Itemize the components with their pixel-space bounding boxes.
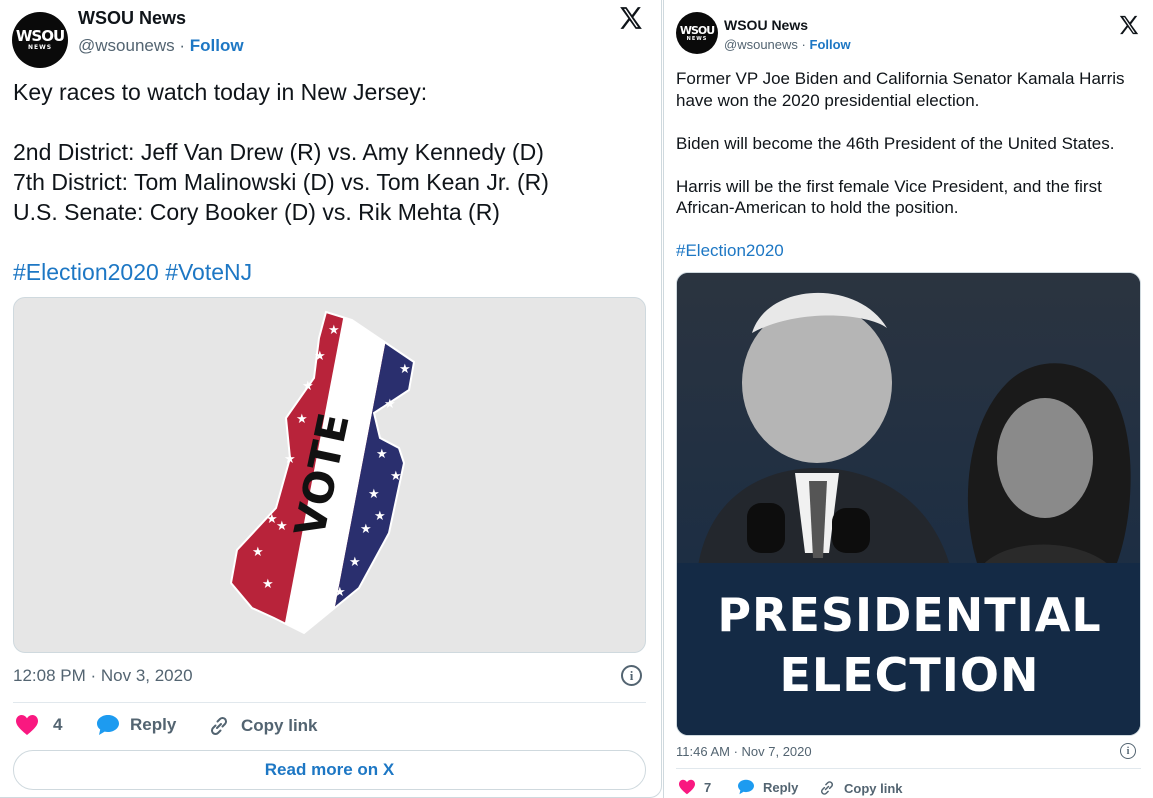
hashtag-link[interactable]: #VoteNJ <box>165 259 252 285</box>
hashtag-link[interactable]: #Election2020 <box>13 259 159 285</box>
author-handle[interactable]: @wsounews <box>78 36 175 55</box>
svg-text:★: ★ <box>390 469 402 484</box>
author-name[interactable]: WSOU News <box>724 17 808 33</box>
tweet-line: Key races to watch today in New Jersey: <box>13 79 428 105</box>
svg-text:★: ★ <box>328 323 340 338</box>
tweet-line: Former VP Joe Biden and California Senat… <box>676 69 1125 88</box>
divider <box>676 768 1141 769</box>
copy-link-label: Copy link <box>844 780 903 796</box>
handle-row: @wsounews · Follow <box>78 36 244 56</box>
reply-bubble-icon <box>738 779 754 795</box>
reply-label: Reply <box>763 779 799 795</box>
svg-text:★: ★ <box>262 577 274 592</box>
follow-link[interactable]: Follow <box>810 37 851 52</box>
vote-nj-illustration: ★★★ ★★★ ★★★ ★★★ ★★★ ★★★ VOTE <box>229 310 416 635</box>
election-heading: PRESIDENTIAL ELECTION <box>677 585 1140 705</box>
svg-text:★: ★ <box>284 452 296 467</box>
svg-text:★: ★ <box>349 555 361 570</box>
tweet-text: Former VP Joe Biden and California Senat… <box>676 68 1125 262</box>
svg-text:★: ★ <box>374 509 386 524</box>
svg-text:★: ★ <box>302 379 314 394</box>
svg-text:★: ★ <box>360 522 372 537</box>
follow-link[interactable]: Follow <box>190 36 244 55</box>
read-more-button[interactable]: Read more on X <box>13 750 646 790</box>
divider <box>13 702 646 703</box>
link-icon <box>820 781 834 795</box>
author-handle[interactable]: @wsounews <box>724 37 798 52</box>
svg-text:★: ★ <box>368 487 380 502</box>
reply-label: Reply <box>130 715 177 734</box>
svg-text:★: ★ <box>384 397 396 412</box>
tweet-text: Key races to watch today in New Jersey: … <box>13 77 549 287</box>
like-count: 7 <box>704 779 712 795</box>
svg-text:★: ★ <box>314 349 326 364</box>
svg-text:★: ★ <box>334 585 346 600</box>
timestamp[interactable]: 12:08 PM · Nov 3, 2020 <box>13 666 193 686</box>
tweet-line: have won the 2020 presidential election. <box>676 90 980 110</box>
copy-link-button[interactable]: Copy link <box>207 714 318 738</box>
svg-text:★: ★ <box>252 545 264 560</box>
tweet-line: 2nd District: Jeff Van Drew (R) vs. Amy … <box>13 139 544 165</box>
copy-link-button[interactable]: Copy link <box>818 779 903 797</box>
tweet-line: U.S. Senate: Cory Booker (D) vs. Rik Meh… <box>13 199 500 225</box>
timestamp[interactable]: 11:46 AM · Nov 7, 2020 <box>676 744 812 759</box>
avatar[interactable]: WSOU NEWS <box>12 12 68 68</box>
author-name[interactable]: WSOU News <box>78 8 186 29</box>
info-icon[interactable]: i <box>1120 743 1136 759</box>
reply-bubble-icon <box>97 715 119 735</box>
copy-link-label: Copy link <box>241 716 318 735</box>
tweet-line: 7th District: Tom Malinowski (D) vs. Tom… <box>13 169 549 195</box>
svg-text:★: ★ <box>376 447 388 462</box>
handle-row: @wsounews · Follow <box>724 37 851 52</box>
heart-icon <box>16 715 38 735</box>
info-icon[interactable]: i <box>621 665 642 686</box>
like-count: 4 <box>53 715 63 734</box>
avatar[interactable]: WSOU NEWS <box>676 12 718 54</box>
heading-line-1: PRESIDENTIAL <box>717 588 1102 642</box>
heading-line-2: ELECTION <box>779 648 1040 702</box>
separator-dot: · <box>801 37 806 52</box>
avatar-logo-text: WSOU <box>15 27 65 45</box>
like-button[interactable]: 7 <box>678 779 711 795</box>
reply-button[interactable]: Reply <box>96 714 176 736</box>
x-logo-icon[interactable] <box>618 5 644 31</box>
tweet-line: Biden will become the 46th President of … <box>676 133 1115 153</box>
tweet-card-1: WSOU NEWS WSOU News @wsounews · Follow K… <box>0 0 662 798</box>
reply-button[interactable]: Reply <box>737 779 798 795</box>
tweet-image-vote-nj[interactable]: ★ ★ ★ ★ ★ ★ ★ ★ ★ ★ ★ ★ ★ ★ ★ ★ ★ ★ VOTE <box>13 297 646 653</box>
tweet-line: African-American to hold the position. <box>676 198 959 217</box>
separator-dot: · <box>179 36 186 55</box>
x-logo-icon[interactable] <box>1118 14 1140 36</box>
tweet-card-2: WSOU NEWS WSOU News @wsounews · Follow F… <box>663 0 1153 798</box>
tweet-image-presidential-election[interactable]: PRESIDENTIAL ELECTION <box>676 272 1141 736</box>
svg-text:★: ★ <box>296 412 308 427</box>
svg-text:★: ★ <box>399 362 411 377</box>
heart-icon <box>679 779 695 795</box>
hashtag-link[interactable]: #Election2020 <box>676 241 784 260</box>
link-icon <box>210 716 228 736</box>
tweet-line: Harris will be the first female Vice Pre… <box>676 176 1102 196</box>
avatar-logo-subtext: NEWS <box>686 35 708 42</box>
avatar-logo-text: WSOU <box>679 23 715 37</box>
like-button[interactable]: 4 <box>15 714 62 736</box>
avatar-logo-subtext: NEWS <box>27 44 53 51</box>
